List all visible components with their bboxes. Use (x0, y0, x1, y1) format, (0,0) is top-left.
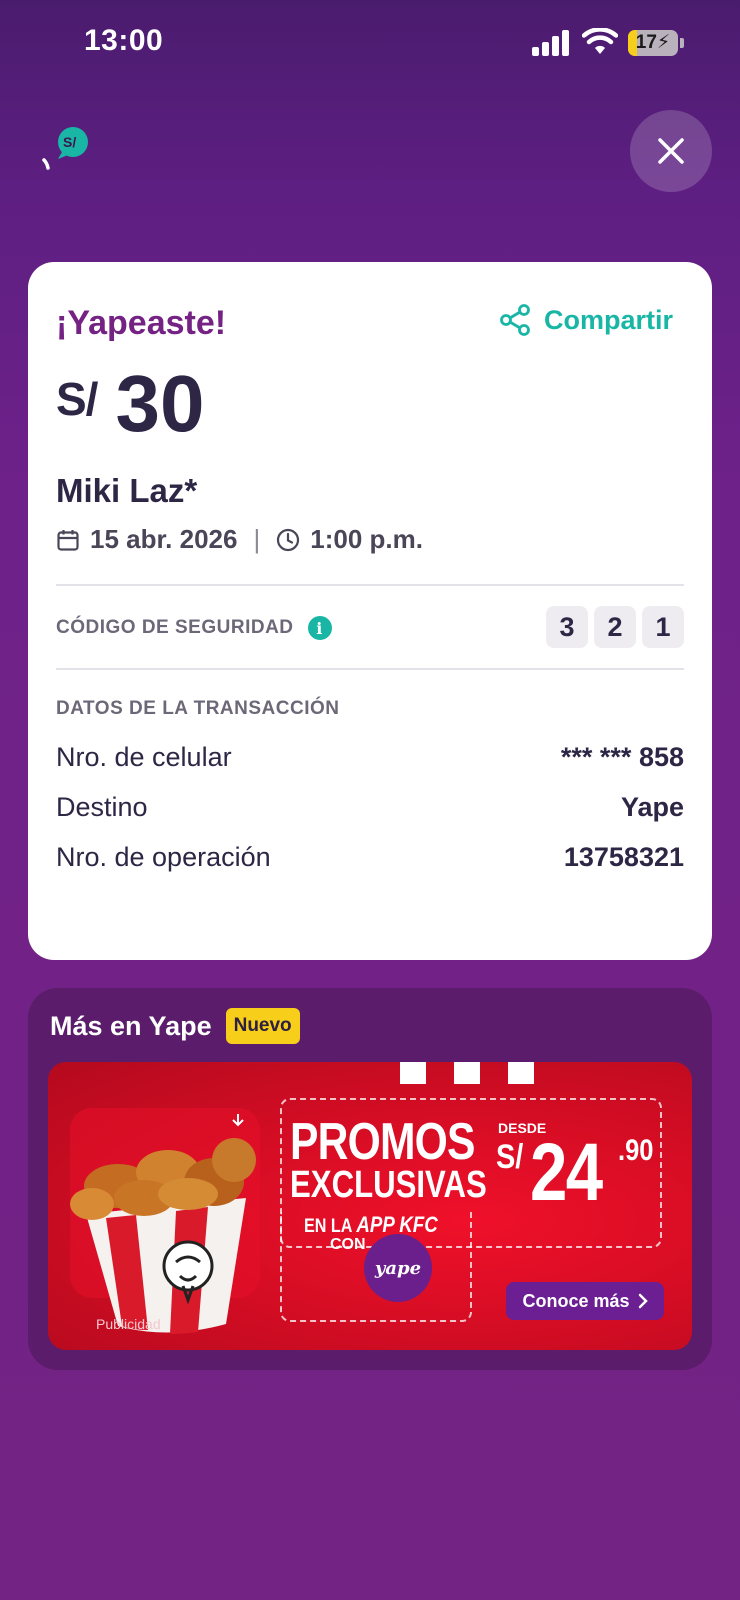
cellular-signal-icon (532, 30, 569, 56)
banner-stripe (454, 1062, 480, 1084)
battery-indicator: 17⚡ (628, 30, 684, 56)
security-code-label-text: CÓDIGO DE SEGURIDAD (56, 617, 294, 638)
promo-headline-sub: EXCLUSIVAS (290, 1164, 487, 1206)
detail-row-operation: Nro. de operación 13758321 (56, 842, 684, 873)
security-code: 3 2 1 (546, 606, 684, 648)
detail-value: Yape (620, 792, 684, 822)
charging-bolt-icon: ⚡ (656, 32, 671, 53)
amount-currency: S/ (56, 373, 98, 425)
promo-header: Más en Yape Nuevo (50, 1008, 300, 1044)
amount-value: 30 (115, 359, 205, 448)
promo-headline: PROMOS (290, 1113, 475, 1171)
status-time: 13:00 (84, 24, 164, 57)
close-button[interactable] (630, 110, 712, 192)
logo-text: S/ (63, 134, 77, 150)
divider (56, 584, 684, 586)
transaction-datetime: 15 abr. 2026 | 1:00 p.m. (56, 524, 423, 555)
price-main: 24 (530, 1127, 603, 1218)
app-kfc-line: EN LA APP KFC (304, 1212, 438, 1238)
banner-stripe (508, 1062, 534, 1084)
banner-stripe (400, 1062, 426, 1084)
con-label: CON (330, 1236, 366, 1253)
close-icon (658, 138, 684, 164)
wifi-icon (582, 28, 618, 54)
share-icon (500, 304, 530, 336)
receipt-title: ¡Yapeaste! (56, 304, 227, 342)
amount: S/ 30 (56, 364, 204, 444)
detail-row-destination: Destino Yape (56, 792, 684, 823)
kfc-promo-banner[interactable]: Publicidad PROMOS EXCLUSIVAS DESDE S/ 24… (48, 1062, 692, 1350)
share-button[interactable]: Compartir (500, 304, 673, 336)
divider (56, 668, 684, 670)
promo-section-title: Más en Yape (50, 1010, 212, 1041)
receipt-card: ¡Yapeaste! Compartir S/ 30 Miki Laz* 15 … (28, 262, 712, 960)
yape-logo: S/ (38, 126, 94, 178)
learn-more-label: Conoce más (522, 1290, 630, 1311)
detail-label: Nro. de operación (56, 842, 271, 872)
price-cents: .90 (618, 1134, 654, 1167)
transaction-time: 1:00 p.m. (310, 524, 423, 554)
share-label: Compartir (544, 304, 674, 335)
detail-label: Nro. de celular (56, 742, 232, 772)
datetime-separator: | (253, 524, 261, 554)
detail-value: *** *** 858 (560, 742, 684, 772)
new-badge: Nuevo (225, 1008, 300, 1044)
security-code-label: CÓDIGO DE SEGURIDAD i (56, 616, 332, 640)
learn-more-button[interactable]: Conoce más (506, 1282, 664, 1320)
info-icon[interactable]: i (307, 616, 332, 640)
calendar-icon (57, 529, 79, 551)
app-line-prefix: EN LA (304, 1216, 357, 1237)
detail-row-phone: Nro. de celular *** *** 858 (56, 742, 684, 773)
yape-badge: yape (364, 1234, 432, 1302)
chicken-bucket-image (48, 1094, 288, 1350)
yape-badge-text: yape (374, 1257, 422, 1279)
chevron-right-icon (638, 1293, 648, 1309)
status-bar: 13:00 17⚡ (0, 0, 740, 90)
price-currency: S/ (496, 1138, 524, 1176)
transaction-data-title: DATOS DE LA TRANSACCIÓN (56, 698, 340, 719)
clock-icon (277, 528, 300, 551)
more-in-yape-section: Más en Yape Nuevo Publicidad PROMOS EXCL… (28, 988, 712, 1370)
security-code-digit: 3 (546, 606, 588, 648)
security-code-digit: 1 (642, 606, 684, 648)
battery-level: 17 (635, 32, 657, 53)
recipient-name: Miki Laz* (56, 472, 198, 509)
transaction-date: 15 abr. 2026 (90, 524, 238, 554)
ad-disclaimer: Publicidad (96, 1316, 161, 1332)
security-code-digit: 2 (594, 606, 636, 648)
detail-label: Destino (56, 792, 148, 822)
detail-value: 13758321 (563, 842, 684, 872)
